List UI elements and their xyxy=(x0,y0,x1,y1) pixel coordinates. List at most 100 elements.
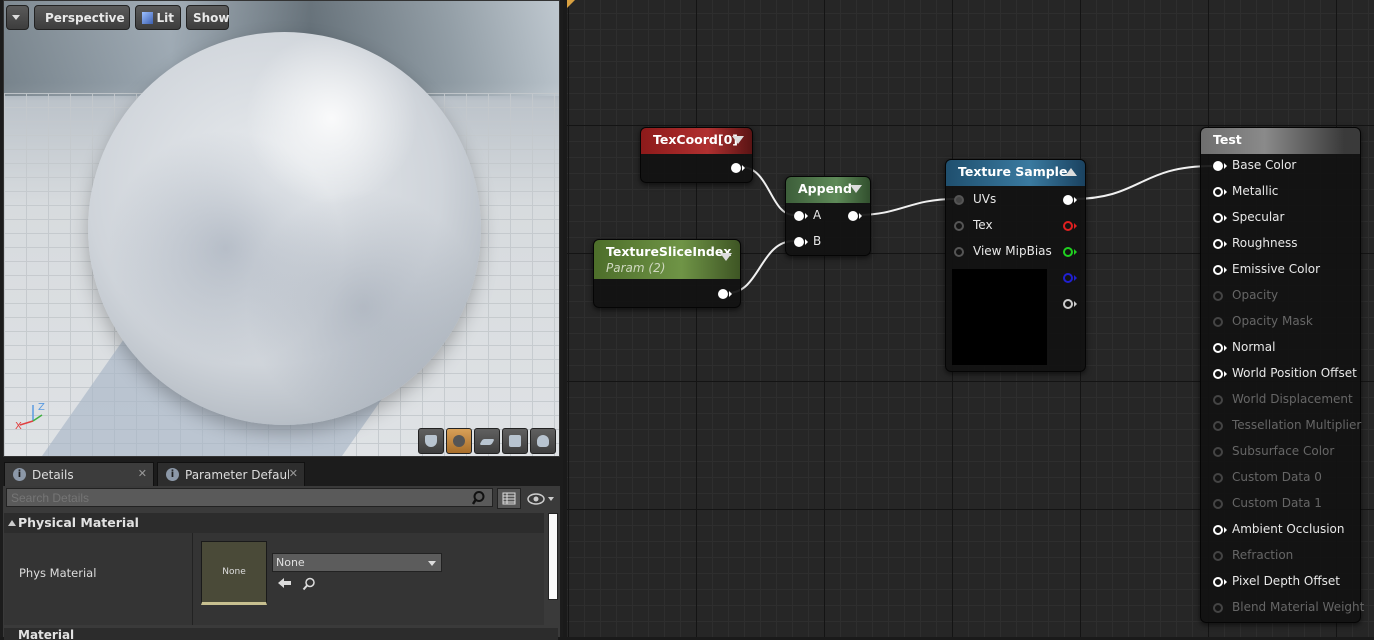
result-pin-label: Roughness xyxy=(1232,236,1298,250)
pin-arrow-icon xyxy=(1224,527,1227,533)
result-input-pin[interactable] xyxy=(1213,473,1223,483)
collapse-arrow-icon[interactable] xyxy=(732,136,744,144)
pin-arrow-icon xyxy=(1224,345,1227,351)
output-pin-b[interactable] xyxy=(1063,273,1073,283)
result-input-pin[interactable] xyxy=(1213,213,1223,223)
phys-material-dropdown[interactable]: None xyxy=(272,553,442,572)
close-icon[interactable]: ✕ xyxy=(289,467,298,480)
result-pin-label: Custom Data 0 xyxy=(1232,470,1322,484)
pin-arrow-icon xyxy=(1074,249,1077,255)
output-pin-g[interactable] xyxy=(1063,247,1073,257)
result-input-pin[interactable] xyxy=(1213,551,1223,561)
result-pin-label: Opacity Mask xyxy=(1232,314,1313,328)
cube-preview-button[interactable] xyxy=(502,428,528,454)
plane-icon xyxy=(479,439,495,445)
input-pin-uvs[interactable] xyxy=(954,195,964,205)
append-node[interactable]: Append A B xyxy=(785,176,871,256)
close-icon[interactable]: ✕ xyxy=(138,467,147,480)
pin-label-a: A xyxy=(813,208,822,222)
pin-arrow-icon xyxy=(1224,371,1227,377)
result-input-pin[interactable] xyxy=(1213,447,1223,457)
output-pin-rgb[interactable] xyxy=(1063,195,1073,205)
texture-slice-index-node[interactable]: TextureSliceIndex Param (2) xyxy=(593,239,741,308)
teapot-preview-button[interactable] xyxy=(530,428,556,454)
pin-arrow-icon xyxy=(1224,267,1227,273)
details-scrollbar[interactable] xyxy=(548,513,558,600)
search-details-input[interactable] xyxy=(6,488,493,507)
property-matrix-button[interactable] xyxy=(497,488,521,509)
plane-preview-button[interactable] xyxy=(474,428,500,454)
node-title: Test xyxy=(1213,132,1242,147)
graph-corner-marker xyxy=(567,0,575,8)
material-section-header[interactable]: Material xyxy=(4,628,558,640)
use-selected-arrow-icon[interactable] xyxy=(278,577,292,589)
viewport-menu-button[interactable] xyxy=(6,5,29,30)
perspective-button[interactable]: Perspective xyxy=(34,5,130,30)
asset-thumbnail[interactable]: None xyxy=(201,541,267,605)
collapse-arrow-icon[interactable] xyxy=(720,253,732,261)
section-title: Material xyxy=(18,628,75,640)
output-pin[interactable] xyxy=(848,211,858,221)
node-subtitle: Param (2) xyxy=(606,261,666,275)
pin-arrow-icon xyxy=(805,239,808,245)
pin-arrow-icon xyxy=(1074,275,1077,281)
perspective-label: Perspective xyxy=(45,10,125,25)
tab-details[interactable]: i Details ✕ xyxy=(4,462,154,486)
pin-arrow-icon xyxy=(1224,241,1227,247)
result-input-pin[interactable] xyxy=(1213,239,1223,249)
result-input-pin[interactable] xyxy=(1213,291,1223,301)
input-pin-b[interactable] xyxy=(794,237,804,247)
result-input-pin[interactable] xyxy=(1213,603,1223,613)
pin-arrow-icon xyxy=(1074,301,1077,307)
output-pin[interactable] xyxy=(731,163,741,173)
result-input-pin[interactable] xyxy=(1213,369,1223,379)
result-input-pin[interactable] xyxy=(1213,421,1223,431)
texcoord-node[interactable]: TexCoord[0] xyxy=(640,127,753,183)
pin-arrow-icon xyxy=(859,213,862,219)
sphere-preview-button[interactable] xyxy=(446,428,472,454)
node-header[interactable]: TextureSliceIndex Param (2) xyxy=(594,240,740,279)
result-pin-label: Tessellation Multiplier xyxy=(1232,418,1362,432)
node-header[interactable]: Append xyxy=(786,177,870,203)
pin-arrow-icon xyxy=(1074,197,1077,203)
result-pin-label: Base Color xyxy=(1232,158,1297,172)
lit-button[interactable]: Lit xyxy=(135,5,181,30)
search-icon[interactable] xyxy=(472,490,488,506)
collapse-arrow-icon[interactable] xyxy=(850,185,862,193)
details-tab-bar: i Details ✕ i Parameter Defaults ✕ xyxy=(3,460,560,486)
cylinder-preview-button[interactable] xyxy=(418,428,444,454)
input-pin-tex[interactable] xyxy=(954,221,964,231)
browse-search-icon[interactable] xyxy=(302,577,316,591)
texture-sample-node[interactable]: Texture Sample UVs Tex View MipBias xyxy=(945,159,1086,372)
result-input-pin[interactable] xyxy=(1213,265,1223,275)
node-header[interactable]: TexCoord[0] xyxy=(641,128,752,154)
result-pin-label: Emissive Color xyxy=(1232,262,1321,276)
material-preview-viewport[interactable]: Perspective Lit Show Z X xyxy=(3,0,560,457)
input-pin-a[interactable] xyxy=(794,211,804,221)
output-pin[interactable] xyxy=(718,289,728,299)
result-input-pin[interactable] xyxy=(1213,161,1223,171)
node-header[interactable]: Test xyxy=(1201,128,1360,154)
input-pin-view-mipbias[interactable] xyxy=(954,247,964,257)
output-pin-a[interactable] xyxy=(1063,299,1073,309)
tab-parameter-defaults-label: Parameter Defaults xyxy=(185,467,289,482)
collapse-arrow-icon[interactable] xyxy=(1065,168,1077,176)
column-divider[interactable] xyxy=(192,533,193,625)
output-pin-r[interactable] xyxy=(1063,221,1073,231)
result-input-pin[interactable] xyxy=(1213,395,1223,405)
visibility-eye-icon[interactable] xyxy=(525,492,555,506)
material-result-node[interactable]: Test Base Color Metallic Specular Roughness… xyxy=(1200,127,1364,623)
physical-material-section-header[interactable]: Physical Material xyxy=(4,513,544,533)
result-input-pin[interactable] xyxy=(1213,343,1223,353)
result-input-pin[interactable] xyxy=(1213,525,1223,535)
result-pin-label: Refraction xyxy=(1232,548,1294,562)
result-input-pin[interactable] xyxy=(1213,577,1223,587)
result-input-pin[interactable] xyxy=(1213,317,1223,327)
show-button[interactable]: Show xyxy=(186,5,230,30)
show-label: Show xyxy=(193,10,230,25)
result-input-pin[interactable] xyxy=(1213,499,1223,509)
cylinder-icon xyxy=(425,435,437,447)
result-input-pin[interactable] xyxy=(1213,187,1223,197)
tab-parameter-defaults[interactable]: i Parameter Defaults ✕ xyxy=(157,462,305,486)
node-header[interactable]: Texture Sample xyxy=(946,160,1085,186)
